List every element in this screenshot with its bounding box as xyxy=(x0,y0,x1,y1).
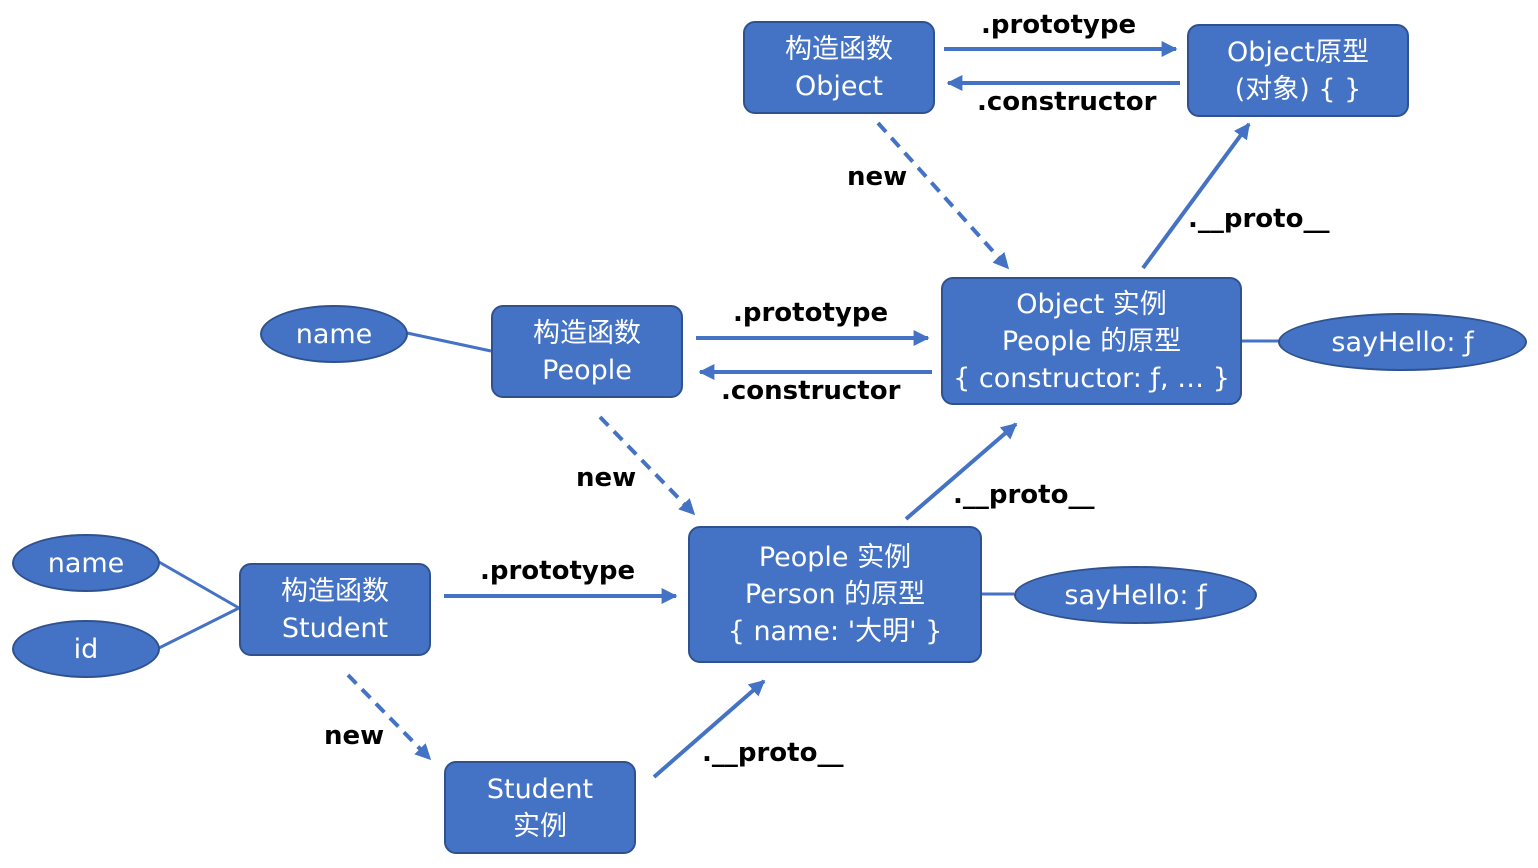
object-prototype-line1: Object原型 xyxy=(1227,36,1369,68)
student-constructor-node: 构造函数 Student xyxy=(239,563,431,656)
label-people-prototype: .prototype xyxy=(733,298,889,328)
student-name-property: name xyxy=(12,534,160,592)
link-student-name xyxy=(158,560,240,610)
label-object-prototype: .prototype xyxy=(981,10,1137,40)
student-constructor-line2: Student xyxy=(281,612,389,644)
link-student-id xyxy=(158,606,240,650)
student-id-property: id xyxy=(12,620,160,678)
object-instance-node: Object 实例 People 的原型 { constructor: ƒ, …… xyxy=(941,277,1242,405)
student-instance-node: Student 实例 xyxy=(444,761,636,854)
people-constructor-line1: 构造函数 xyxy=(533,317,641,349)
people-name-property: name xyxy=(260,305,408,363)
label-people-instance-proto: .__proto__ xyxy=(953,480,1095,510)
people-instance-line2: Person 的原型 xyxy=(744,579,926,610)
people-instance-line1: People 实例 xyxy=(758,542,912,573)
people-constructor-node: 构造函数 People xyxy=(491,305,683,398)
people-instance-node: People 实例 Person 的原型 { name: '大明' } xyxy=(688,526,982,663)
label-student-instance-proto: .__proto__ xyxy=(702,738,844,768)
object-constructor-node: 构造函数 Object xyxy=(743,21,935,114)
label-student-new: new xyxy=(324,721,385,751)
label-object-instance-proto: .__proto__ xyxy=(1188,204,1330,234)
people-instance-line3: { name: '大明' } xyxy=(727,616,943,647)
arrow-object-instance-proto xyxy=(1141,122,1251,270)
object-prototype-line2: (对象) { } xyxy=(1234,73,1362,105)
object-instance-line2: People 的原型 xyxy=(1001,325,1182,357)
object-constructor-line2: Object xyxy=(795,70,883,102)
label-people-constructor: .constructor xyxy=(721,376,901,406)
people-instance-sayhello-property: sayHello: ƒ xyxy=(1014,566,1257,624)
object-constructor-line1: 构造函数 xyxy=(785,33,893,65)
student-instance-line2: 实例 xyxy=(513,810,567,842)
student-constructor-line1: 构造函数 xyxy=(281,575,389,607)
label-student-prototype: .prototype xyxy=(480,556,636,586)
people-constructor-line2: People xyxy=(542,354,632,386)
link-people-name xyxy=(406,331,492,353)
object-instance-sayhello-property: sayHello: ƒ xyxy=(1278,313,1527,371)
label-object-new: new xyxy=(847,162,908,192)
label-people-new: new xyxy=(576,463,637,493)
student-instance-line1: Student xyxy=(486,773,594,805)
object-instance-line1: Object 实例 xyxy=(1016,288,1167,320)
arrow-object-new xyxy=(876,121,1010,270)
prototype-chain-diagram: 构造函数 Object Object原型 (对象) { } 构造函数 Peopl… xyxy=(0,0,1538,868)
object-prototype-node: Object原型 (对象) { } xyxy=(1187,24,1409,117)
object-instance-line3: { constructor: ƒ, … } xyxy=(953,362,1230,394)
label-object-constructor: .constructor xyxy=(977,87,1157,117)
